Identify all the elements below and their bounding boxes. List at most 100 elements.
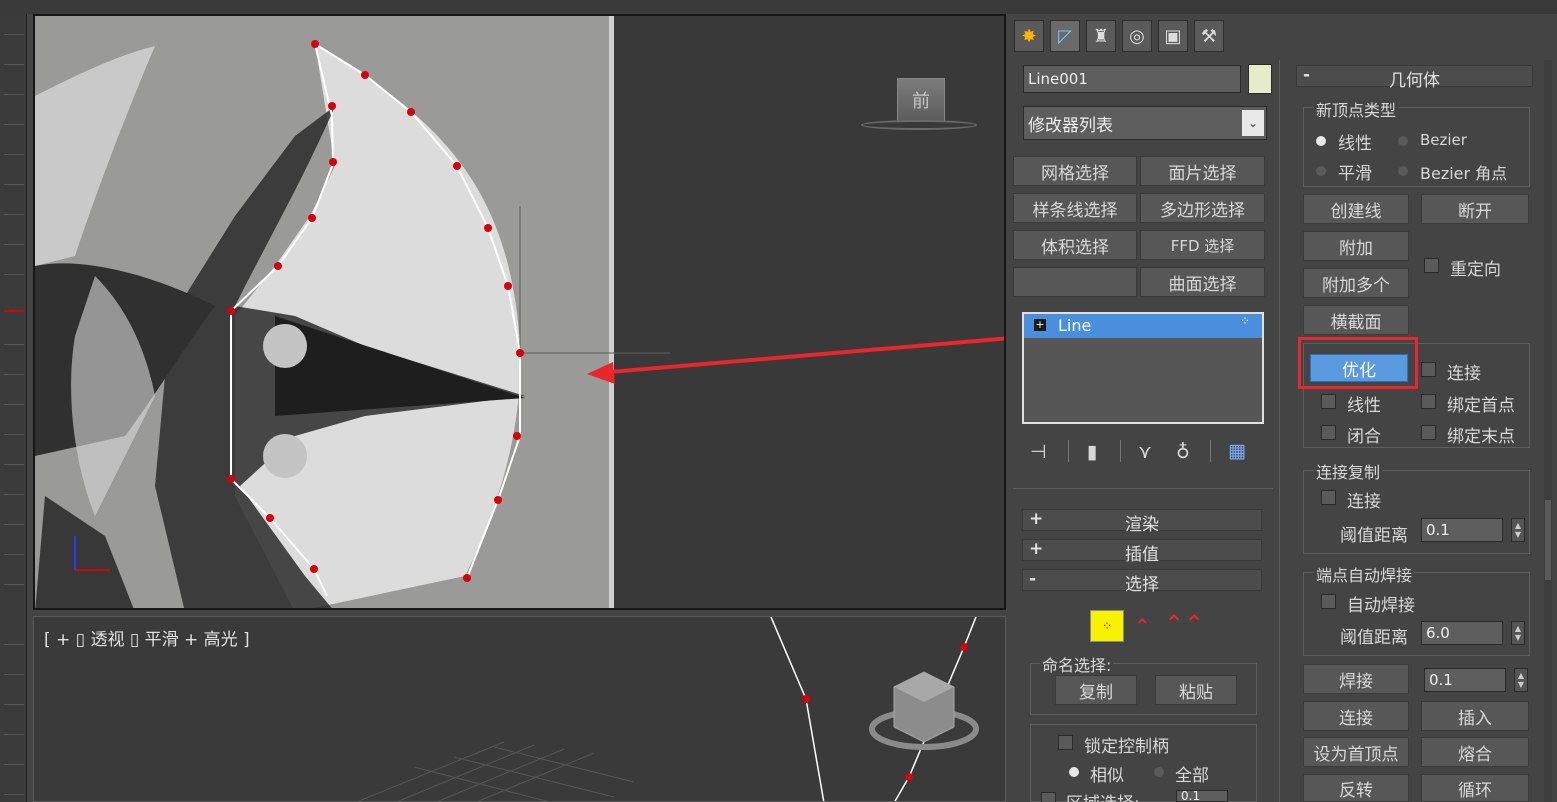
refine-linear-label: 线性 [1347, 396, 1381, 416]
spline-select-button[interactable]: 样条线选择 [1013, 193, 1137, 223]
perspective-canvas[interactable] [34, 617, 1006, 802]
refine-linear-checkbox[interactable] [1321, 394, 1336, 409]
scrollbar-thumb[interactable] [1545, 500, 1551, 580]
bezier-radio[interactable] [1398, 136, 1408, 146]
insert-button[interactable]: 插入 [1421, 701, 1529, 731]
all-label: 全部 [1175, 766, 1209, 786]
rollout-selection[interactable]: - 选择 [1022, 569, 1262, 595]
patch-select-button[interactable]: 面片选择 [1140, 156, 1265, 186]
top-strip [0, 0, 1557, 14]
bind-last-label: 绑定末点 [1447, 427, 1515, 447]
bind-first-checkbox[interactable] [1421, 394, 1436, 409]
attach-button[interactable]: 附加 [1303, 231, 1409, 261]
panel-column-divider [1279, 60, 1280, 802]
make-unique-icon[interactable]: ⋎ [1138, 441, 1152, 463]
rollout-rendering[interactable]: + 渲染 [1022, 509, 1262, 535]
refine-button[interactable]: 优化 [1310, 354, 1408, 382]
connect-copy-label: 连接复制 [1314, 459, 1383, 483]
modifier-list-label: 修改器列表 [1028, 115, 1113, 136]
mesh-select-button[interactable]: 网格选择 [1013, 156, 1137, 186]
closed-label: 闭合 [1347, 427, 1381, 447]
bind-last-checkbox[interactable] [1421, 425, 1436, 440]
pin-stack-icon[interactable]: ⊣ [1030, 441, 1047, 463]
area-select-checkbox[interactable] [1041, 792, 1056, 802]
paste-button[interactable]: 粘贴 [1155, 675, 1237, 705]
reverse-button[interactable]: 反转 [1303, 774, 1409, 802]
named-selection-label: 命名选择: [1040, 652, 1114, 676]
new-vertex-type-label: 新顶点类型 [1314, 97, 1399, 121]
left-toolbar-strip[interactable] [0, 14, 27, 802]
expand-icon[interactable]: + [1034, 319, 1046, 331]
make-first-button[interactable]: 设为首顶点 [1303, 737, 1409, 767]
linear-radio[interactable] [1316, 136, 1326, 146]
cycle-button[interactable]: 循环 [1421, 774, 1529, 802]
lock-handles-checkbox[interactable] [1058, 735, 1073, 750]
connect-button[interactable]: 连接 [1303, 701, 1409, 731]
object-name-field[interactable]: Line001 [1023, 65, 1241, 93]
object-color-swatch[interactable] [1248, 64, 1272, 94]
linear-label: 线性 [1338, 134, 1372, 154]
viewport-perspective[interactable]: [ + ▯ 透视 ▯ 平滑 + 高光 ] [33, 616, 1006, 802]
poly-select-button[interactable]: 多边形选择 [1140, 193, 1265, 223]
motion-icon[interactable]: ◎ [1122, 20, 1152, 52]
create-line-button[interactable]: 创建线 [1303, 194, 1409, 224]
closed-checkbox[interactable] [1321, 425, 1336, 440]
chevron-down-icon[interactable]: ⌄ [1242, 110, 1264, 136]
auto-weld-checkbox[interactable] [1321, 594, 1336, 609]
spline-mode-icon[interactable]: ⌃⌃ [1164, 610, 1204, 638]
viewport-front[interactable]: 前 [33, 14, 1006, 610]
area-select-value[interactable]: 0.1 [1176, 789, 1228, 802]
threshold2-spinner[interactable]: ▲ ▼ [1511, 621, 1525, 645]
bind-first-label: 绑定首点 [1447, 396, 1515, 416]
all-radio[interactable] [1154, 767, 1164, 777]
threshold-spinner[interactable]: ▲ ▼ [1511, 518, 1525, 542]
cross-section-button[interactable]: 横截面 [1303, 305, 1409, 335]
hierarchy-icon[interactable]: ♜ [1086, 20, 1116, 52]
attach-multiple-button[interactable]: 附加多个 [1303, 268, 1409, 298]
utilities-icon[interactable]: ⚒ [1194, 20, 1224, 52]
stack-item-label: Line [1058, 316, 1092, 335]
modifier-stack[interactable]: + Line ⁘ [1022, 312, 1264, 424]
viewcube[interactable]: 前 [897, 78, 945, 122]
configure-sets-icon[interactable]: ▦ [1228, 440, 1246, 462]
separator [1013, 488, 1273, 489]
empty-modifier-button[interactable] [1013, 267, 1137, 297]
rollout-title: 插值 [1125, 545, 1159, 565]
threshold2-input[interactable]: 6.0 [1421, 621, 1503, 645]
similar-radio[interactable] [1069, 767, 1079, 777]
copy-button[interactable]: 复制 [1055, 675, 1137, 705]
show-end-result-icon[interactable]: ▮ [1087, 441, 1097, 463]
ffd-select-button[interactable]: FFD 选择 [1140, 230, 1265, 260]
lock-handles-label: 锁定控制柄 [1084, 737, 1169, 757]
display-icon[interactable]: ▣ [1158, 20, 1188, 52]
connect-checkbox[interactable] [1421, 362, 1436, 377]
connect-label: 连接 [1447, 364, 1481, 384]
subobject-icon[interactable]: ⁘ [1240, 314, 1252, 328]
modifier-list-dropdown[interactable]: 修改器列表 ⌄ [1023, 106, 1267, 140]
smooth-radio[interactable] [1316, 166, 1326, 176]
rollout-geometry[interactable]: - 几何体 [1296, 65, 1533, 91]
vertex-mode-icon[interactable]: ⁘ [1090, 610, 1124, 642]
stack-item-line[interactable]: + Line ⁘ [1024, 314, 1262, 338]
weld-button[interactable]: 焊接 [1303, 664, 1409, 694]
bezier-corner-radio[interactable] [1398, 166, 1408, 176]
modify-icon[interactable]: ◸ [1050, 20, 1080, 52]
threshold-input[interactable]: 0.1 [1421, 518, 1503, 542]
weld-input[interactable]: 0.1 [1424, 668, 1506, 692]
area-select-label: 区域选择: [1066, 789, 1140, 802]
break-button[interactable]: 断开 [1421, 194, 1529, 224]
volume-select-button[interactable]: 体积选择 [1013, 230, 1137, 260]
create-icon[interactable]: ✸ [1014, 20, 1044, 52]
reorient-checkbox[interactable] [1424, 258, 1439, 273]
remove-modifier-icon[interactable]: ♁ [1176, 441, 1190, 463]
weld-spinner[interactable]: ▲ ▼ [1514, 668, 1528, 692]
rollout-interpolation[interactable]: + 插值 [1022, 539, 1262, 565]
surface-select-button[interactable]: 曲面选择 [1140, 267, 1265, 297]
fuse-button[interactable]: 熔合 [1421, 737, 1529, 767]
connect-copy-checkbox[interactable] [1321, 490, 1336, 505]
similar-label: 相似 [1090, 766, 1124, 786]
front-view-canvas[interactable] [35, 16, 1006, 610]
segment-mode-icon[interactable]: ⌃ [1134, 614, 1151, 638]
viewcube-ring[interactable] [861, 120, 977, 130]
panel-scrollbar[interactable] [1544, 60, 1552, 802]
